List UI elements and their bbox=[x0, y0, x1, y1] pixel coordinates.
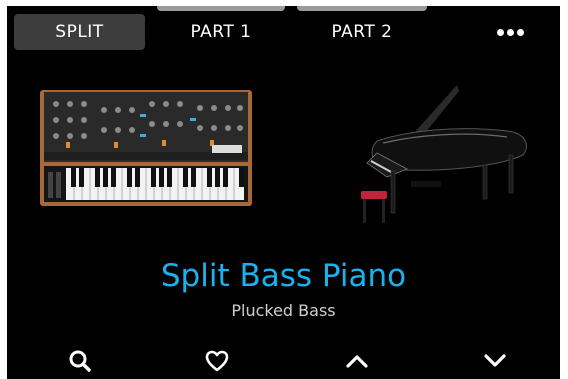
heart-icon bbox=[205, 350, 229, 372]
tab-split[interactable]: SPLIT bbox=[14, 14, 145, 50]
bottom-toolbar bbox=[7, 342, 560, 379]
tab-part-2-label: PART 2 bbox=[331, 22, 393, 42]
tab-part-1-label: PART 1 bbox=[190, 22, 252, 42]
more-dot bbox=[506, 28, 514, 36]
device-screen: SPLIT PART 1 PART 2 Split Bass Piano Plu… bbox=[7, 6, 560, 379]
tab-part-2[interactable]: PART 2 bbox=[297, 14, 427, 50]
more-menu-button[interactable] bbox=[490, 14, 530, 50]
tab-indicator-part2 bbox=[297, 6, 427, 11]
synthesizer-image[interactable] bbox=[40, 90, 252, 206]
tab-indicator-part1 bbox=[157, 6, 285, 11]
search-icon bbox=[69, 350, 91, 372]
chevron-up-icon bbox=[346, 355, 368, 368]
previous-preset-button[interactable] bbox=[337, 344, 377, 378]
preset-name: Split Bass Piano bbox=[160, 258, 407, 294]
chevron-down-icon bbox=[484, 354, 506, 367]
next-preset-button[interactable] bbox=[475, 344, 515, 378]
tab-split-label: SPLIT bbox=[55, 22, 104, 42]
preset-subtitle: Plucked Bass bbox=[231, 301, 336, 320]
grand-piano-image[interactable] bbox=[347, 81, 537, 231]
tab-part-1[interactable]: PART 1 bbox=[157, 14, 285, 50]
more-dots-icon bbox=[496, 28, 504, 36]
tab-bar: SPLIT PART 1 PART 2 bbox=[7, 6, 560, 54]
more-dot bbox=[516, 28, 524, 36]
favorite-button[interactable] bbox=[197, 344, 237, 378]
search-button[interactable] bbox=[60, 344, 100, 378]
